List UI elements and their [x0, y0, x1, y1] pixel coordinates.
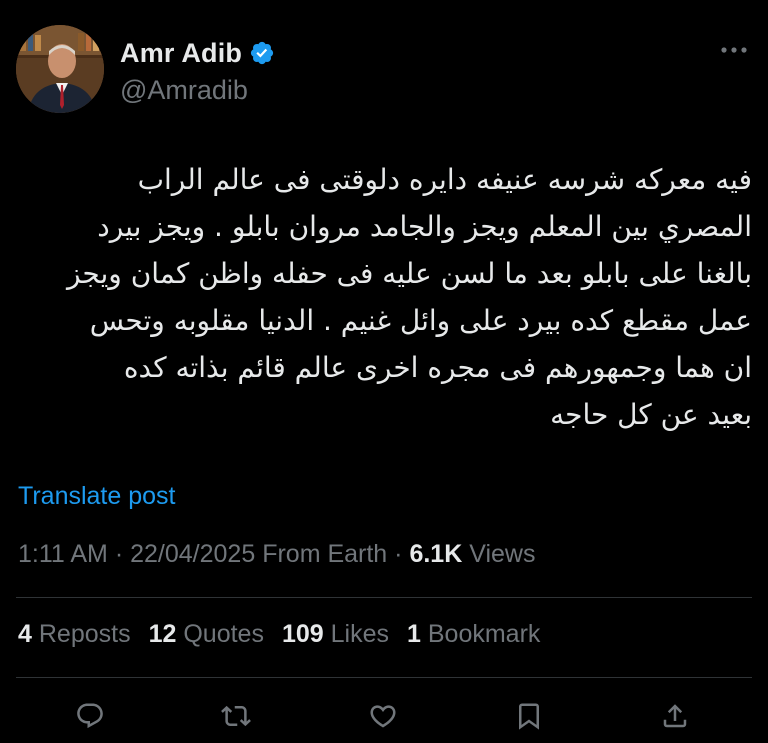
- author-info: Amr Adib @Amradib: [120, 35, 275, 106]
- bookmarks-label: Bookmark: [427, 620, 541, 648]
- post: Amr Adib @Amradib فيه معركه شرسه عنيفه د…: [0, 0, 768, 743]
- repost-icon: [221, 705, 251, 727]
- share-button[interactable]: [653, 694, 697, 738]
- display-name[interactable]: Amr Adib: [120, 38, 242, 69]
- bookmark-icon: [519, 703, 539, 730]
- divider: [16, 677, 752, 678]
- meta-separator: ·: [394, 540, 403, 568]
- meta-separator: ·: [114, 540, 124, 568]
- reply-button[interactable]: [68, 694, 112, 738]
- post-source: From Earth: [262, 540, 388, 568]
- name-row: Amr Adib: [120, 35, 275, 71]
- post-header: Amr Adib @Amradib: [16, 25, 752, 117]
- like-heart-icon: [370, 705, 396, 728]
- reposts-stat[interactable]: 4 Reposts: [18, 620, 131, 649]
- post-time[interactable]: 1:11 AM: [18, 540, 108, 568]
- post-actions: [0, 694, 768, 738]
- share-icon: [663, 704, 687, 728]
- quotes-label: Quotes: [183, 620, 264, 648]
- views-count: 6.1K: [409, 540, 463, 568]
- translate-post-link[interactable]: Translate post: [18, 482, 175, 511]
- more-dots-icon[interactable]: [716, 35, 752, 65]
- views-label: Views: [469, 540, 536, 568]
- like-button[interactable]: [361, 694, 405, 738]
- verified-badge-icon[interactable]: [249, 40, 275, 66]
- quotes-count: 12: [148, 620, 177, 648]
- likes-count: 109: [281, 620, 324, 648]
- post-stats: 4 Reposts 12 Quotes 109 Likes 1 Bookmark: [18, 620, 558, 649]
- avatar-image: [16, 25, 104, 113]
- post-text: فيه معركه شرسه عنيفه دايره دلوقتى فى عال…: [66, 163, 752, 431]
- bookmark-button[interactable]: [507, 694, 551, 738]
- reposts-label: Reposts: [38, 620, 131, 648]
- author-handle[interactable]: @Amradib: [120, 75, 275, 106]
- post-meta: 1:11 AM · 22/04/2025 From Earth · 6.1K V…: [18, 540, 535, 569]
- divider: [16, 597, 752, 598]
- post-date[interactable]: 22/04/2025: [130, 540, 255, 568]
- avatar[interactable]: [16, 25, 104, 113]
- quotes-stat[interactable]: 12 Quotes: [149, 620, 264, 649]
- likes-stat[interactable]: 109 Likes: [282, 620, 389, 649]
- reposts-count: 4: [18, 620, 32, 648]
- reply-icon: [77, 703, 103, 729]
- repost-button[interactable]: [214, 694, 258, 738]
- bookmarks-stat[interactable]: 1 Bookmark: [407, 620, 540, 649]
- bookmarks-count: 1: [407, 620, 421, 648]
- likes-label: Likes: [330, 620, 389, 648]
